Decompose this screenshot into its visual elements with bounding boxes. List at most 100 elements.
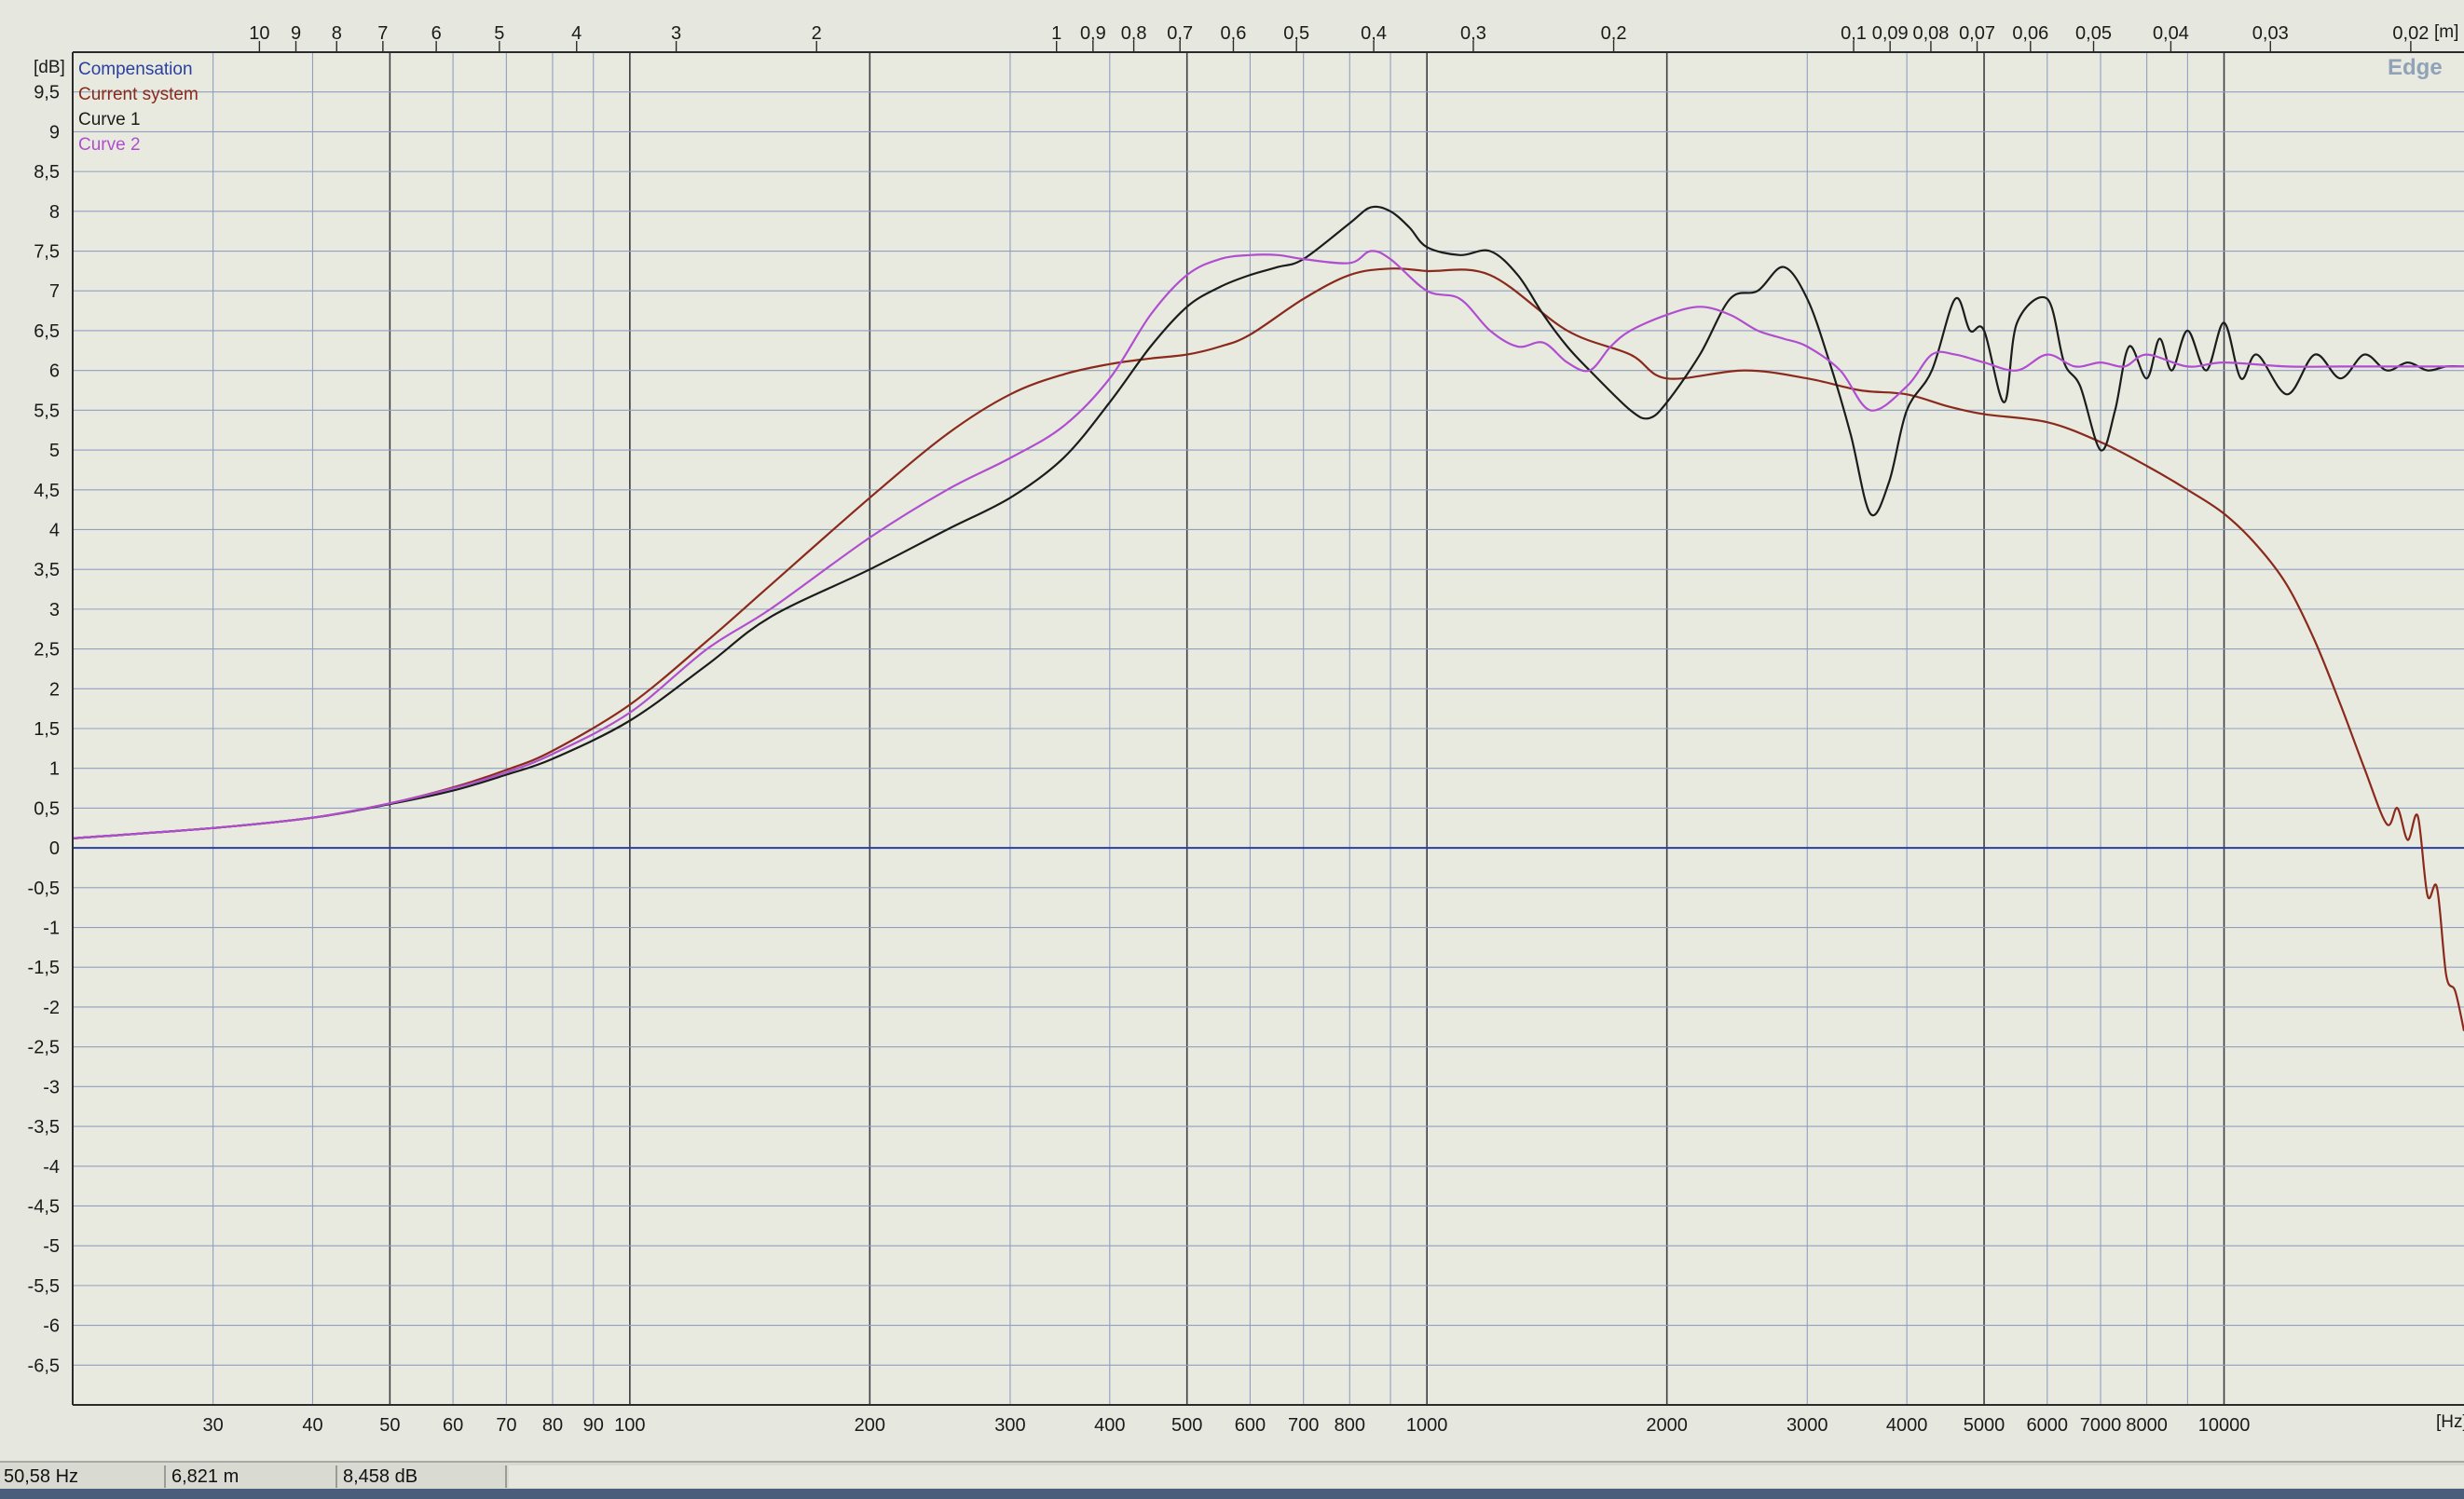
y-tick-label: 0,5 — [34, 798, 60, 819]
status-message-area — [509, 1465, 2464, 1488]
top-tick-label: 5 — [494, 23, 504, 44]
top-tick-label: 0,09 — [1872, 23, 1909, 44]
top-tick-label: 6 — [431, 23, 442, 44]
top-tick-label: 9 — [291, 23, 301, 44]
y-tick-label: 1,5 — [34, 719, 60, 740]
legend-entry: Curve 2 — [78, 135, 141, 155]
x-tick-label: 2000 — [1646, 1415, 1688, 1436]
y-tick-label: 4,5 — [34, 481, 60, 501]
x-tick-label: 7000 — [2080, 1415, 2122, 1436]
legend-entry: Current system — [78, 85, 198, 104]
x-tick-label: 8000 — [2126, 1415, 2168, 1436]
top-tick-label: 0,5 — [1283, 23, 1309, 44]
top-tick-label: 0,3 — [1460, 23, 1486, 44]
x-tick-label: 30 — [202, 1415, 223, 1436]
top-tick-label: 0,2 — [1601, 23, 1627, 44]
x-tick-label: 70 — [496, 1415, 516, 1436]
top-tick-label: 0,7 — [1167, 23, 1193, 44]
x-tick-label: 700 — [1288, 1415, 1319, 1436]
x-tick-label: 500 — [1171, 1415, 1202, 1436]
y-tick-label: -6,5 — [28, 1356, 60, 1376]
y-tick-label: 1 — [49, 759, 60, 780]
legend-entry: Compensation — [78, 60, 193, 79]
cursor-frequency-readout: 50,58 Hz — [0, 1465, 166, 1488]
top-tick-label: 1 — [1051, 23, 1061, 44]
y-tick-label: 9 — [49, 122, 60, 143]
x-unit-label: [Hz] — [2436, 1412, 2464, 1432]
y-unit-label: [dB] — [34, 58, 65, 77]
legend-entry: Curve 1 — [78, 110, 141, 129]
top-tick-label: 0,4 — [1361, 23, 1387, 44]
top-tick-label: 4 — [571, 23, 582, 44]
x-tick-label: 1000 — [1406, 1415, 1448, 1436]
y-tick-label: 7 — [49, 281, 60, 302]
x-tick-label: 200 — [855, 1415, 885, 1436]
y-tick-label: -3 — [43, 1077, 60, 1097]
y-tick-label: 5 — [49, 441, 60, 461]
top-tick-label: 0,6 — [1221, 23, 1247, 44]
y-tick-labels: 9,5 9 8,5 8 7,5 7 6,5 6 5,5 5 4,5 4 3,5 3 2,5 2 1,5 1 0,5 0… — [28, 83, 60, 1377]
y-tick-label: 6 — [49, 361, 60, 382]
top-tick-label: 0,05 — [2075, 23, 2112, 44]
brand-label: Edge — [2388, 55, 2443, 80]
cursor-level-readout: 8,458 dB — [339, 1465, 507, 1488]
y-tick-label: -6 — [43, 1316, 60, 1337]
y-tick-label: -1 — [43, 919, 60, 939]
y-tick-label: -1,5 — [28, 958, 60, 978]
x-tick-label: 4000 — [1886, 1415, 1928, 1436]
y-tick-label: 3 — [49, 600, 60, 620]
top-tick-label: 2 — [812, 23, 822, 44]
y-tick-label: -0,5 — [28, 879, 60, 899]
y-tick-label: -4 — [43, 1157, 60, 1178]
y-tick-label: -3,5 — [28, 1117, 60, 1138]
x-tick-label: 100 — [614, 1415, 645, 1436]
y-tick-label: -2,5 — [28, 1038, 60, 1058]
top-tick-label: 0,8 — [1121, 23, 1147, 44]
y-tick-label: 8 — [49, 202, 60, 223]
y-tick-label: -2 — [43, 998, 60, 1018]
x-tick-label: 600 — [1235, 1415, 1266, 1436]
taskbar-strip — [0, 1489, 2464, 1499]
x-tick-labels: 30 40 50 60 70 80 90 100 200 300 400 500 600 700 800 10… — [202, 1415, 2250, 1436]
y-tick-label: 6,5 — [34, 321, 60, 342]
y-tick-label: 8,5 — [34, 162, 60, 183]
top-tick-label: 7 — [377, 23, 388, 44]
y-tick-label: -5,5 — [28, 1276, 60, 1297]
top-tick-label: 8 — [332, 23, 342, 44]
y-tick-label: 0 — [49, 838, 60, 859]
y-tick-label: 4 — [49, 520, 60, 540]
top-tick-label: 0,04 — [2153, 23, 2189, 44]
x-tick-label: 50 — [379, 1415, 400, 1436]
y-tick-label: 7,5 — [34, 242, 60, 263]
top-tick-label: 0,08 — [1912, 23, 1949, 44]
y-tick-label: -5 — [43, 1236, 60, 1257]
x-tick-label: 40 — [302, 1415, 322, 1436]
x-tick-label: 10000 — [2198, 1415, 2251, 1436]
x-tick-label: 400 — [1094, 1415, 1125, 1436]
x-tick-label: 300 — [994, 1415, 1025, 1436]
x-tick-label: 80 — [542, 1415, 563, 1436]
x-tick-label: 90 — [583, 1415, 604, 1436]
top-unit-label: [m] — [2434, 22, 2458, 42]
top-tick-label: 0,1 — [1841, 23, 1867, 44]
top-tick-label: 0,03 — [2252, 23, 2289, 44]
x-tick-label: 5000 — [1964, 1415, 2005, 1436]
y-tick-label: 2,5 — [34, 640, 60, 661]
x-tick-label: 800 — [1335, 1415, 1365, 1436]
top-tick-label: 0,07 — [1959, 23, 1995, 44]
top-tick-label: 0,02 — [2392, 23, 2429, 44]
y-tick-label: 9,5 — [34, 83, 60, 103]
x-tick-label: 6000 — [2027, 1415, 2069, 1436]
frequency-response-chart[interactable]: 9,5 9 8,5 8 7,5 7 6,5 6 5,5 5 4,5 4 3,5 3 2,5 2 1,5 1 0,5 0… — [0, 0, 2464, 1461]
cursor-distance-readout: 6,821 m — [168, 1465, 337, 1488]
top-tick-label: 10 — [249, 23, 269, 44]
status-bar: 50,58 Hz 6,821 m 8,458 dB — [0, 1461, 2464, 1491]
y-tick-label: 2 — [49, 679, 60, 700]
top-tick-label: 3 — [671, 23, 681, 44]
top-tick-labels: 10 9 8 7 6 5 4 3 2 1 0,9 0,8 0,7 0,6 0,5 0,4 0,3 0,2 0,1 0,… — [249, 23, 2429, 52]
x-tick-label: 60 — [443, 1415, 463, 1436]
x-tick-label: 3000 — [1786, 1415, 1828, 1436]
top-tick-label: 0,06 — [2012, 23, 2048, 44]
y-tick-label: 3,5 — [34, 560, 60, 580]
top-tick-label: 0,9 — [1080, 23, 1106, 44]
